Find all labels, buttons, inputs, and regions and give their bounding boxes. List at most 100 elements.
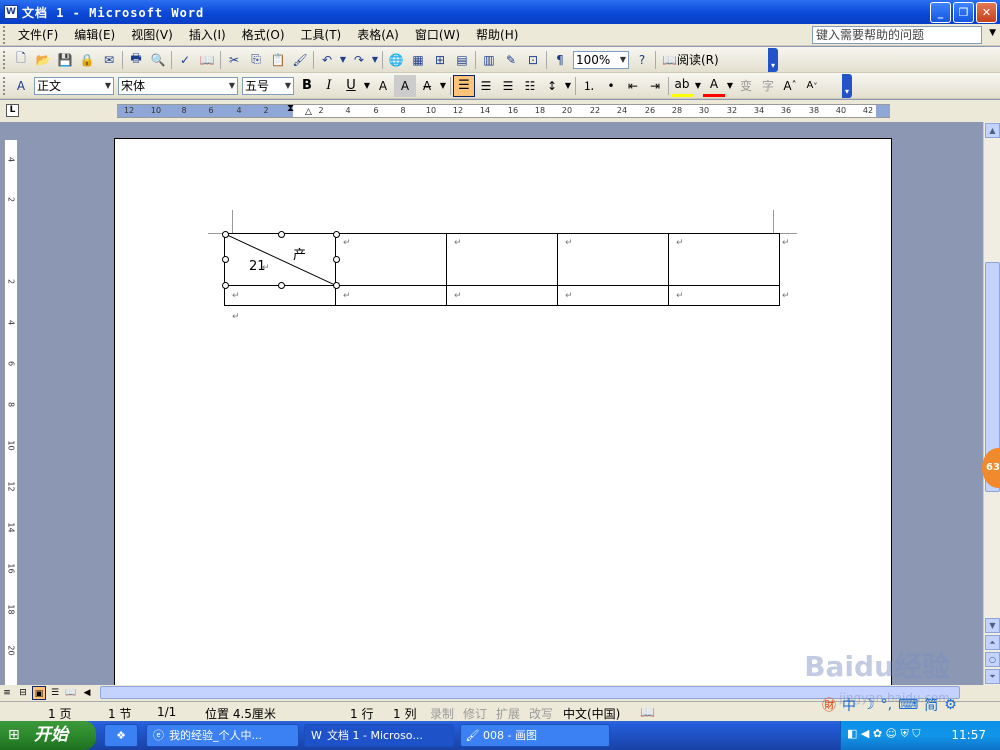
status-extend[interactable]: 扩展 — [496, 705, 520, 722]
spelling-icon[interactable]: ✓ — [174, 49, 196, 71]
zoom-select[interactable]: 100% ▼ — [573, 50, 629, 69]
menu-tools[interactable]: 工具(T) — [293, 24, 350, 46]
resize-handle[interactable] — [333, 256, 340, 263]
help-dropdown-icon[interactable]: ▼ — [989, 28, 996, 38]
numbering-icon[interactable]: ⒈ — [578, 75, 600, 97]
right-indent-marker-icon[interactable]: △ — [305, 107, 312, 117]
undo-icon[interactable]: ↶ — [316, 49, 338, 71]
char-border-icon[interactable]: A — [372, 75, 394, 97]
save-icon[interactable]: 💾 — [54, 49, 76, 71]
scroll-left-icon[interactable]: ◀ — [80, 686, 94, 700]
align-center-icon[interactable]: ☰ — [475, 75, 497, 97]
scroll-down-icon[interactable]: ▼ — [985, 618, 1000, 633]
toolbar-grip[interactable] — [3, 50, 6, 69]
copy-icon[interactable]: ⎘ — [245, 49, 267, 71]
quicklaunch-icon[interactable]: ❖ — [104, 724, 138, 747]
table-cell[interactable] — [446, 233, 558, 286]
shrink-font-icon[interactable]: A ˅ — [801, 75, 823, 97]
underline-dropdown-icon[interactable]: ▼ — [362, 75, 372, 97]
highlight-dropdown-icon[interactable]: ▼ — [693, 75, 703, 97]
table-cell-diagonal[interactable] — [224, 233, 336, 286]
insert-excel-icon[interactable]: ▤ — [451, 49, 473, 71]
menu-grip[interactable] — [3, 25, 6, 44]
minimize-button[interactable]: _ — [930, 2, 951, 23]
ime-logo-icon[interactable]: ㊖ — [822, 695, 836, 715]
redo-icon[interactable]: ↷ — [348, 49, 370, 71]
indent-marker-icon[interactable]: ⧗ — [287, 103, 294, 114]
table-cell[interactable] — [557, 233, 669, 286]
status-track[interactable]: 修订 — [463, 705, 487, 722]
style-select[interactable]: 正文 ▼ — [34, 76, 114, 95]
highlight-icon[interactable]: ab — [671, 75, 693, 97]
tables-borders-icon[interactable]: ▦ — [407, 49, 429, 71]
tray-icons[interactable]: ◧ ◀ ✿ ☺ ⛨ ⛉ — [847, 727, 921, 741]
status-record[interactable]: 录制 — [430, 705, 454, 722]
ime-chinese-mode[interactable]: 中 — [842, 695, 856, 715]
resize-handle[interactable] — [222, 256, 229, 263]
enclose-char-icon[interactable]: 字 — [757, 75, 779, 97]
browse-object-icon[interactable]: ○ — [985, 652, 1000, 667]
document-page[interactable] — [114, 138, 892, 688]
char-shading-icon[interactable]: A — [394, 74, 416, 97]
document-map-icon[interactable]: ⊡ — [522, 49, 544, 71]
help-icon[interactable]: ? — [631, 49, 653, 71]
bullets-icon[interactable]: • — [600, 75, 622, 97]
open-folder-icon[interactable]: 📂 — [32, 49, 54, 71]
paste-icon[interactable]: 📋 — [267, 49, 289, 71]
tab-selector-button[interactable]: L — [6, 104, 19, 117]
menu-window[interactable]: 窗口(W) — [407, 24, 468, 46]
decrease-indent-icon[interactable]: ⇤ — [622, 75, 644, 97]
task-paint[interactable]: 🖌 008 - 画图 — [460, 724, 610, 747]
research-icon[interactable]: 📖 — [196, 49, 218, 71]
redo-dropdown-icon[interactable]: ▼ — [370, 49, 380, 71]
resize-handle[interactable] — [333, 231, 340, 238]
size-select[interactable]: 五号 ▼ — [242, 76, 294, 95]
toolbar-options-button[interactable]: ▾ — [768, 48, 778, 72]
normal-view-icon[interactable]: ≡ — [0, 686, 14, 700]
underline-button[interactable]: U — [340, 75, 362, 97]
horizontal-ruler[interactable]: 12 10 8 6 4 2 2 4 6 8 10 12 14 16 18 20 … — [117, 103, 890, 118]
print-layout-icon[interactable]: ▣ — [32, 686, 46, 700]
font-select[interactable]: 宋体 ▼ — [118, 76, 238, 95]
font-color-icon[interactable]: A — [703, 75, 725, 97]
permission-icon[interactable]: 🔒 — [76, 49, 98, 71]
insert-table-icon[interactable]: ⊞ — [429, 49, 451, 71]
reading-view-icon[interactable]: 📖 — [64, 686, 78, 700]
menu-view[interactable]: 视图(V) — [123, 24, 181, 46]
prev-page-icon[interactable]: ⏶ — [985, 635, 1000, 650]
table-cell[interactable] — [557, 285, 669, 306]
status-overtype[interactable]: 改写 — [529, 705, 553, 722]
email-icon[interactable]: ✉ — [98, 49, 120, 71]
read-icon[interactable]: 📖 阅读(R) — [658, 49, 723, 71]
ime-punctuation-icon[interactable]: °, — [881, 697, 892, 713]
hyperlink-icon[interactable]: 🌐 — [385, 49, 407, 71]
grow-font-icon[interactable]: A ˄ — [779, 75, 801, 97]
ime-halfwidth-icon[interactable]: ☽ — [862, 697, 875, 713]
toolbar-grip[interactable] — [3, 76, 6, 95]
resize-handle[interactable] — [222, 231, 229, 238]
menu-format[interactable]: 格式(O) — [234, 24, 293, 46]
format-painter-icon[interactable]: 🖌 — [289, 49, 311, 71]
show-hide-icon[interactable]: ¶ — [549, 49, 571, 71]
table-cell[interactable] — [446, 285, 558, 306]
bold-button[interactable]: B — [296, 75, 318, 97]
new-document-icon[interactable]: 🗋 — [10, 49, 32, 71]
char-scaling-icon[interactable]: A̶ — [416, 75, 438, 97]
table-cell[interactable] — [335, 233, 447, 286]
outline-view-icon[interactable]: ☰ — [48, 686, 62, 700]
table-cell[interactable] — [668, 233, 780, 286]
resize-handle[interactable] — [278, 231, 285, 238]
align-right-icon[interactable]: ☰ — [497, 75, 519, 97]
scaling-dropdown-icon[interactable]: ▼ — [438, 75, 448, 97]
resize-handle[interactable] — [222, 282, 229, 289]
cut-icon[interactable]: ✂ — [223, 49, 245, 71]
next-page-icon[interactable]: ⏷ — [985, 669, 1000, 684]
justify-icon[interactable]: ☷ — [519, 75, 541, 97]
phonetic-guide-icon[interactable]: 变 — [735, 75, 757, 97]
menu-insert[interactable]: 插入(I) — [181, 24, 234, 46]
help-search-input[interactable]: 键入需要帮助的问题 — [812, 26, 982, 44]
table-cell[interactable] — [668, 285, 780, 306]
scroll-up-icon[interactable]: ▲ — [985, 123, 1000, 138]
italic-button[interactable]: I — [318, 75, 340, 97]
word-app-icon[interactable]: W — [4, 5, 18, 19]
